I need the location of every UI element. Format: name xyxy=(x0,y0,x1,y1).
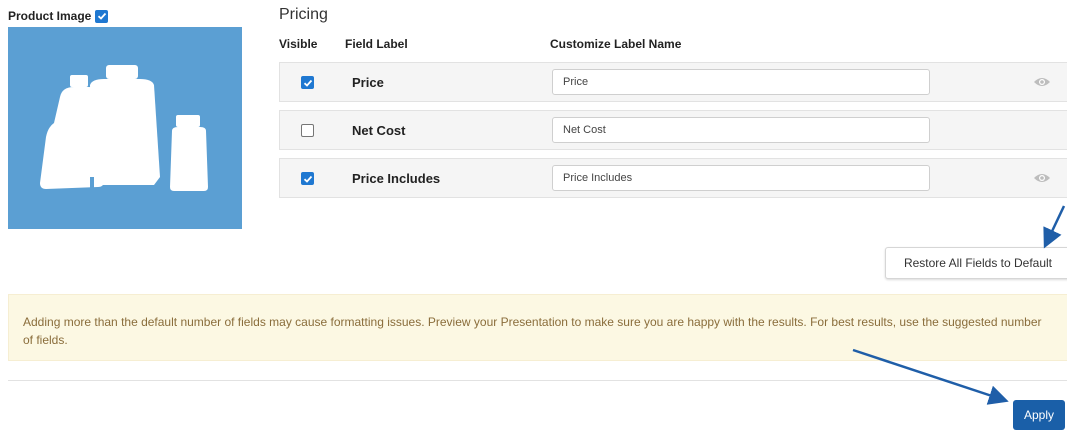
bottles-placeholder-icon xyxy=(40,65,208,191)
field-row-net-cost: Net Cost xyxy=(279,110,1067,150)
custom-label-input-price-includes[interactable] xyxy=(552,165,930,191)
visible-checkbox-net-cost[interactable] xyxy=(301,124,314,137)
product-image-header: Product Image xyxy=(8,9,109,23)
custom-label-input-net-cost[interactable] xyxy=(552,117,930,143)
warning-alert: Adding more than the default number of f… xyxy=(8,294,1067,361)
column-header-visible: Visible xyxy=(279,37,318,51)
field-label-net-cost: Net Cost xyxy=(352,123,406,138)
checkmark-icon xyxy=(303,175,312,183)
visible-checkbox-price[interactable] xyxy=(301,76,314,89)
column-header-field-label: Field Label xyxy=(345,37,408,51)
restore-defaults-button[interactable]: Restore All Fields to Default xyxy=(885,247,1067,279)
field-label-price: Price xyxy=(352,75,384,90)
product-image-preview xyxy=(8,27,242,229)
checkmark-icon xyxy=(303,79,312,87)
eye-icon[interactable] xyxy=(1033,76,1051,88)
field-row-price-includes: Price Includes xyxy=(279,158,1067,198)
custom-label-input-price[interactable] xyxy=(552,69,930,95)
arrow-to-restore xyxy=(1043,205,1066,249)
column-header-custom-label: Customize Label Name xyxy=(550,37,682,51)
field-row-price: Price xyxy=(279,62,1067,102)
apply-button[interactable]: Apply xyxy=(1013,400,1065,430)
section-title: Pricing xyxy=(279,6,328,23)
divider xyxy=(8,380,1067,381)
checkmark-icon xyxy=(97,12,107,20)
visible-checkbox-price-includes[interactable] xyxy=(301,172,314,185)
field-label-price-includes: Price Includes xyxy=(352,171,441,186)
product-image-checkbox[interactable] xyxy=(95,9,109,23)
product-image-label: Product Image xyxy=(8,9,92,23)
eye-icon[interactable] xyxy=(1033,172,1051,184)
